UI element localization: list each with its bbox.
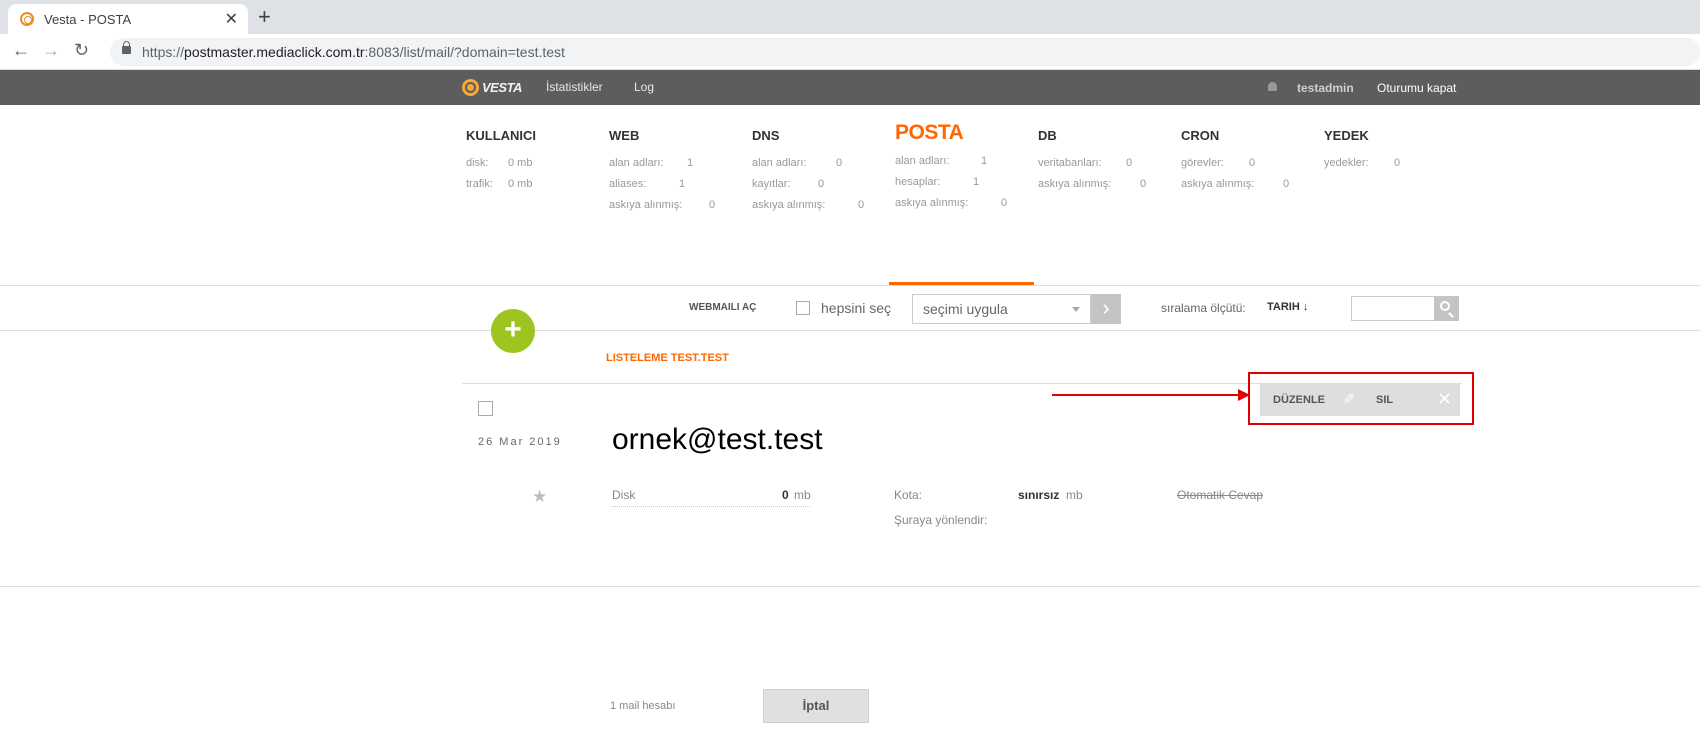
stat-db[interactable]: DB veritabanları: 0 askıya alınmış: 0 xyxy=(1038,128,1146,190)
stat-row: veritabanları: 0 xyxy=(1038,157,1133,169)
vesta-logo-icon xyxy=(462,79,479,96)
account-count: 1 mail hesabı xyxy=(610,700,676,712)
stat-row: aliases: 1 xyxy=(609,178,686,190)
stat-row: alan adları: 0 xyxy=(752,157,843,169)
stat-row: hesaplar: 1 xyxy=(895,176,980,188)
stat-row: görevler: 0 xyxy=(1181,157,1256,169)
divider xyxy=(0,586,1700,587)
url-text: https://postmaster.mediaclick.com.tr:808… xyxy=(142,44,565,60)
address-bar: ← → ↻ https://postmaster.mediaclick.com.… xyxy=(0,34,1700,70)
select-all-label[interactable]: hepsini seç xyxy=(821,300,891,316)
stat-posta[interactable]: POSTA alan adları: 1 hesaplar: 1 askıya al… xyxy=(895,121,1008,209)
select-all-checkbox[interactable] xyxy=(796,301,810,315)
open-webmail-link[interactable]: WEBMAILI AÇ xyxy=(689,302,756,313)
stat-row: kayıtlar: 0 xyxy=(752,178,825,190)
forward-label: Şuraya yönlendir: xyxy=(894,513,988,527)
stat-title: YEDEK xyxy=(1324,128,1369,143)
apply-bulk-action-button[interactable]: › xyxy=(1091,294,1121,324)
stat-row: askıya alınmış: 0 xyxy=(895,197,1008,209)
stat-row: yedekler: 0 xyxy=(1324,157,1401,169)
quota-label: Kota: xyxy=(894,488,923,502)
stat-row: alan adları: 1 xyxy=(609,157,694,169)
annotation-arrow-head-icon xyxy=(1238,389,1250,401)
disk-usage-bar xyxy=(612,506,810,507)
logo-text: VESTA xyxy=(482,80,522,95)
stat-row: askıya alınmış: 0 xyxy=(609,199,716,211)
nav-link-statistics[interactable]: İstatistikler xyxy=(546,80,603,94)
nav-link-log[interactable]: Log xyxy=(634,80,654,94)
listing-title: LISTELEME TEST.TEST xyxy=(606,352,729,364)
tab-title: Vesta - POSTA xyxy=(44,12,132,27)
stat-title: DNS xyxy=(752,128,780,143)
reload-icon[interactable]: ↻ xyxy=(74,40,89,61)
browser-tab-bar: Vesta - POSTA ✕ + xyxy=(0,0,1700,34)
tab-close-icon[interactable]: ✕ xyxy=(225,9,238,29)
bulk-action-value: seçimi uygula xyxy=(923,301,1008,317)
new-tab-button[interactable]: + xyxy=(258,4,271,30)
stat-row: askıya alınmış: 0 xyxy=(1181,178,1290,190)
cancel-button[interactable]: İptal xyxy=(763,689,869,723)
sort-dropdown[interactable]: TARIH ↓ xyxy=(1267,301,1308,313)
stat-yedek[interactable]: YEDEK yedekler: 0 xyxy=(1324,128,1400,169)
sort-label: sıralama ölçütü: xyxy=(1161,301,1246,315)
account-date: 26 Mar 2019 xyxy=(478,436,562,448)
autoreply-status: Otomatik Cevap xyxy=(1177,488,1264,502)
stat-title-active: POSTA xyxy=(895,121,964,144)
quota-value: sınırsız xyxy=(1018,488,1060,502)
stat-cron[interactable]: CRON görevler: 0 askıya alınmış: 0 xyxy=(1181,128,1289,190)
search-icon xyxy=(1440,301,1450,311)
stat-web[interactable]: WEB alan adları: 1 aliases: 1 askıya alınm… xyxy=(609,128,715,211)
logout-link[interactable]: Oturumu kapat xyxy=(1377,81,1456,95)
quota-unit: mb xyxy=(1066,488,1083,502)
stat-title: WEB xyxy=(609,128,640,143)
bell-icon[interactable] xyxy=(1268,82,1277,91)
chevron-down-icon xyxy=(1072,307,1080,312)
top-navigation: VESTA İstatistikler Log testadmin Oturum… xyxy=(0,70,1700,105)
account-name[interactable]: ornek@test.test xyxy=(612,423,823,457)
stat-title: KULLANICI xyxy=(466,128,537,143)
bulk-action-select[interactable]: seçimi uygula xyxy=(912,294,1091,324)
lock-icon[interactable] xyxy=(122,41,131,54)
stat-row: askıya alınmış: 0 xyxy=(752,199,865,211)
browser-tab[interactable]: Vesta - POSTA ✕ xyxy=(8,4,248,34)
user-link[interactable]: testadmin xyxy=(1297,81,1354,95)
stat-row: alan adları: 1 xyxy=(895,155,988,167)
stat-row: disk: 0 mb xyxy=(466,157,533,169)
disk-value: 0 xyxy=(782,488,789,502)
row-checkbox[interactable] xyxy=(478,401,493,416)
stat-row: trafik: 0 mb xyxy=(466,178,533,190)
search-input[interactable] xyxy=(1351,296,1435,321)
stat-title: CRON xyxy=(1181,128,1220,143)
stat-kullanici[interactable]: KULLANICI disk: 0 mb trafik: 0 mb xyxy=(466,128,536,190)
annotation-arrow-line xyxy=(1052,394,1242,396)
stat-dns[interactable]: DNS alan adları: 0 kayıtlar: 0 askıya alın… xyxy=(752,128,864,211)
stat-title: DB xyxy=(1038,128,1057,143)
disk-unit: mb xyxy=(794,488,811,502)
forward-arrow-icon[interactable]: → xyxy=(42,40,60,61)
search-button[interactable] xyxy=(1434,296,1459,321)
stat-row: askıya alınmış: 0 xyxy=(1038,178,1147,190)
url-field[interactable]: https://postmaster.mediaclick.com.tr:808… xyxy=(110,38,1700,66)
annotation-highlight-box xyxy=(1248,372,1474,425)
vesta-logo[interactable]: VESTA xyxy=(462,79,522,96)
add-account-button[interactable]: + xyxy=(491,309,535,353)
disk-label: Disk xyxy=(612,488,636,502)
vesta-favicon-icon xyxy=(20,12,34,26)
star-icon[interactable]: ★ xyxy=(532,487,547,507)
back-arrow-icon[interactable]: ← xyxy=(12,40,30,61)
